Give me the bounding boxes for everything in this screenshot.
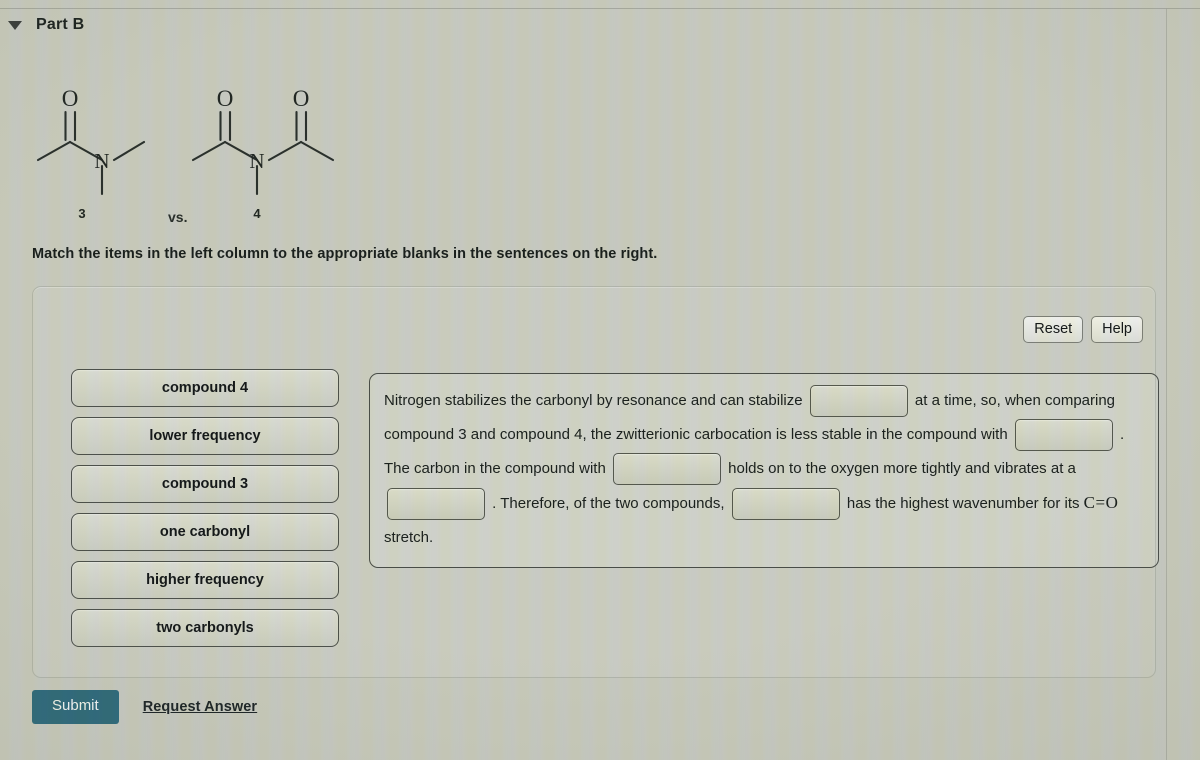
draggable-items-column: compound 4 lower frequency compound 3 on… <box>71 369 339 647</box>
atom-label-n-right: N <box>249 149 264 173</box>
header-divider <box>0 8 1200 9</box>
panel-toolbar: Reset Help <box>1023 316 1143 344</box>
sentence-text: holds on to the oxygen more tightly and … <box>728 460 1076 477</box>
drop-blank-1[interactable] <box>809 385 908 418</box>
compound-label-4: 4 <box>253 206 261 221</box>
footer-actions: Submit Request Answer <box>32 690 257 724</box>
drag-item[interactable]: higher frequency <box>71 561 339 599</box>
sentence-text: . Therefore, of the two compounds, <box>492 495 725 512</box>
sentence-drop-area: Nitrogen stabilizes the carbonyl by reso… <box>369 373 1159 568</box>
submit-button[interactable]: Submit <box>32 690 119 724</box>
compound-figure: O N 3 O O N 4 vs. <box>18 78 358 228</box>
drop-blank-5[interactable] <box>731 488 840 521</box>
request-answer-link[interactable]: Request Answer <box>143 699 257 715</box>
drop-blank-2[interactable] <box>1014 419 1113 452</box>
sentence-text: stretch. <box>384 529 434 546</box>
carbonyl-formula: C=O <box>1083 493 1119 512</box>
reset-button[interactable]: Reset <box>1023 316 1084 344</box>
drag-item[interactable]: lower frequency <box>71 417 339 455</box>
sentence-text: has the highest wavenumber for its <box>846 495 1080 512</box>
sentence-text: Nitrogen stabilizes the carbonyl by reso… <box>384 392 803 409</box>
drop-blank-4[interactable] <box>387 488 485 521</box>
compound-label-3: 3 <box>78 206 85 221</box>
atom-label-o-right-2: O <box>293 86 310 111</box>
matching-exercise-panel: Reset Help compound 4 lower frequency co… <box>32 286 1159 678</box>
drag-item[interactable]: compound 3 <box>71 465 339 503</box>
page-title: Part B <box>36 16 85 33</box>
atom-label-n-left: N <box>94 149 109 173</box>
vs-label: vs. <box>168 209 188 225</box>
drop-blank-3[interactable] <box>612 453 721 486</box>
triangle-down-icon[interactable] <box>8 20 22 30</box>
structures-svg: O N 3 O O N 4 <box>36 86 335 221</box>
drag-item[interactable]: two carbonyls <box>71 609 339 647</box>
help-button[interactable]: Help <box>1091 316 1143 344</box>
atom-label-o-left: O <box>62 86 79 111</box>
atom-label-o-right-1: O <box>217 86 234 111</box>
instruction-text: Match the items in the left column to th… <box>32 246 658 262</box>
drag-item[interactable]: one carbonyl <box>71 513 339 551</box>
drag-item[interactable]: compound 4 <box>71 369 339 407</box>
part-header: Part B <box>8 16 84 34</box>
content-right-divider <box>1166 8 1167 760</box>
